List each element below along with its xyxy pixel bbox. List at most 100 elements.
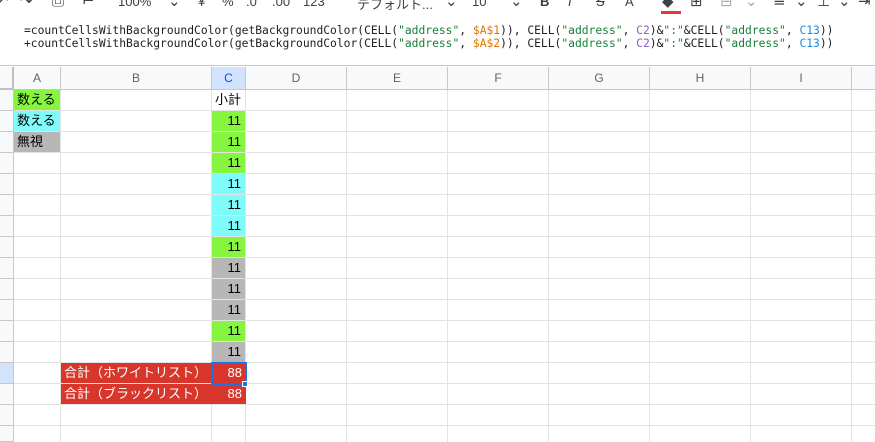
cell-a2[interactable]: 数える (14, 111, 60, 131)
formula-bar[interactable]: =countCellsWithBackgroundColor(getBackgr… (0, 20, 875, 66)
toolbar: ↶ ↷ ⎙ ⌐ 100% ⌄ ¥ % .0 .00 123 デフォルト... ⌄… (0, 0, 875, 20)
subtotal-cell[interactable]: 11 (212, 153, 245, 173)
fill-color-icon[interactable]: ◆ (662, 0, 674, 10)
column-header-c[interactable]: C (212, 67, 246, 90)
bold-button[interactable]: B (540, 0, 549, 9)
row-header[interactable] (0, 111, 14, 132)
row-header[interactable] (0, 195, 14, 216)
fill-handle[interactable] (242, 381, 248, 387)
decimal-decrease-button[interactable]: .0 (246, 0, 257, 9)
row-header[interactable] (0, 279, 14, 300)
formula-token: )& (649, 37, 664, 50)
subtotal-cell[interactable]: 11 (212, 132, 245, 152)
column-header-i[interactable]: I (751, 67, 852, 90)
whitelist-total-label[interactable]: 合計（ホワイトリスト） (61, 363, 212, 383)
italic-button[interactable]: I (568, 0, 572, 9)
formula-token: C2 (636, 37, 650, 50)
formula-token: "address" (561, 24, 623, 37)
font-size-select[interactable]: 10 (472, 0, 486, 9)
cell-a3[interactable]: 無視 (14, 132, 60, 152)
row-header[interactable] (0, 384, 14, 405)
formula-token: +countCellsWithBackgroundColor(getBackgr… (24, 37, 399, 50)
undo-icon[interactable]: ↶ (0, 0, 9, 10)
merge-chevron-icon[interactable]: ⌄ (745, 0, 758, 10)
font-select[interactable]: デフォルト... (357, 0, 433, 13)
formula-line-1: =countCellsWithBackgroundColor(getBackgr… (24, 24, 833, 37)
row-header[interactable] (0, 216, 14, 237)
formula-token: , (622, 37, 637, 50)
paint-format-icon[interactable]: ⌐ (82, 0, 95, 10)
column-header-g[interactable]: G (549, 67, 650, 90)
formula-token: "address" (724, 37, 786, 50)
percent-icon[interactable]: % (222, 0, 234, 9)
formula-token: &CELL( (683, 37, 725, 50)
row-header[interactable] (0, 342, 14, 363)
row-header[interactable] (0, 258, 14, 279)
borders-icon[interactable]: ⊞ (690, 0, 703, 10)
font-chevron-icon[interactable]: ⌄ (445, 0, 458, 10)
zoom-select[interactable]: 100% (118, 0, 151, 9)
align-chevron-icon[interactable]: ⌄ (795, 0, 808, 10)
cell-a1[interactable]: 数える (14, 90, 60, 110)
column-header-e[interactable]: E (347, 67, 448, 90)
subtotal-cell[interactable]: 11 (212, 321, 245, 341)
blacklist-total-value[interactable]: 88 (212, 384, 246, 404)
column-header-d[interactable]: D (246, 67, 347, 90)
subtotal-cell[interactable]: 11 (212, 237, 245, 257)
formula-token: , (622, 24, 637, 37)
valign-icon[interactable]: ⊥ (817, 0, 830, 10)
column-header-a[interactable]: A (14, 67, 61, 90)
subtotal-cell[interactable]: 11 (212, 195, 245, 215)
cell-c1[interactable]: 小計 (212, 90, 245, 110)
formula-token: "address" (398, 24, 460, 37)
formula-token: )), CELL( (500, 37, 562, 50)
row-header[interactable] (0, 405, 14, 426)
formula-token: C13 (799, 24, 820, 37)
formula-token: $A$2 (472, 37, 501, 50)
formula-token: "address" (561, 37, 623, 50)
formula-token: C13 (799, 37, 820, 50)
column-header-j[interactable] (852, 67, 875, 90)
font-size-chevron-icon[interactable]: ⌄ (510, 0, 523, 10)
column-header-f[interactable]: F (448, 67, 549, 90)
text-color-button[interactable]: A (625, 0, 634, 9)
redo-icon[interactable]: ↷ (20, 0, 33, 10)
row-header[interactable] (0, 90, 14, 111)
subtotal-cell[interactable]: 11 (212, 174, 245, 194)
row-header[interactable] (0, 174, 14, 195)
formula-token: $A$1 (472, 24, 501, 37)
formula-token: , (459, 24, 473, 37)
subtotal-cell[interactable]: 11 (212, 279, 245, 299)
row-header[interactable] (0, 363, 14, 384)
wrap-icon[interactable]: ⇥ (858, 0, 871, 10)
formula-token: "address" (724, 24, 786, 37)
row-header[interactable] (0, 132, 14, 153)
valign-chevron-icon[interactable]: ⌄ (838, 0, 851, 10)
zoom-chevron-icon[interactable]: ⌄ (168, 0, 181, 10)
strikethrough-button[interactable]: S (596, 0, 605, 9)
subtotal-cell[interactable]: 11 (212, 300, 245, 320)
align-icon[interactable]: ≡ (773, 0, 786, 10)
formula-token: )) (819, 24, 834, 37)
row-header[interactable] (0, 321, 14, 342)
merge-cells-icon[interactable]: ⊟ (720, 0, 733, 10)
subtotal-cell[interactable]: 11 (212, 258, 245, 278)
formula-token: &CELL( (683, 24, 725, 37)
print-icon[interactable]: ⎙ (52, 0, 64, 10)
column-header-h[interactable]: H (650, 67, 751, 90)
number-format-button[interactable]: 123 (303, 0, 325, 9)
subtotal-cell[interactable]: 11 (212, 111, 245, 131)
blacklist-total-label[interactable]: 合計（ブラックリスト） (61, 384, 212, 404)
decimal-increase-button[interactable]: .00 (272, 0, 290, 9)
row-header[interactable] (0, 426, 14, 442)
formula-token: "address" (398, 37, 460, 50)
column-header-b[interactable]: B (61, 67, 212, 90)
select-all-corner[interactable] (0, 67, 14, 90)
currency-icon[interactable]: ¥ (198, 0, 205, 9)
fill-color-swatch (661, 11, 681, 14)
subtotal-cell[interactable]: 11 (212, 216, 245, 236)
row-header[interactable] (0, 300, 14, 321)
row-header[interactable] (0, 237, 14, 258)
subtotal-cell[interactable]: 11 (212, 342, 245, 362)
row-header[interactable] (0, 153, 14, 174)
